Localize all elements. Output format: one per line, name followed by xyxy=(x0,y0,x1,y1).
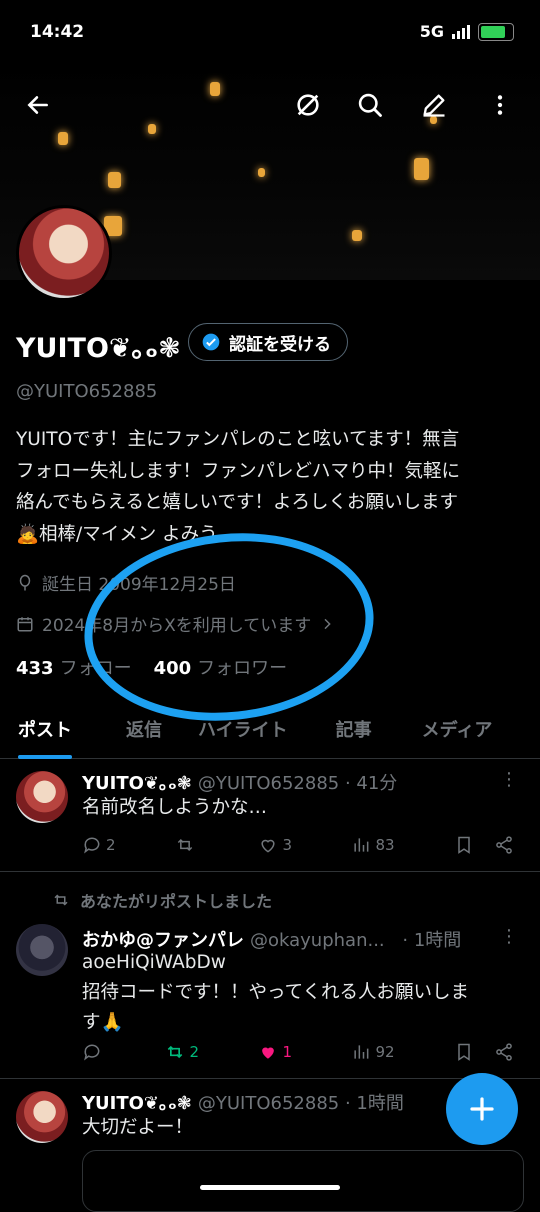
reply-button[interactable]: 2 xyxy=(82,835,116,855)
post-header: YUITO❦｡ₒ❃ @YUITO652885 · 41分 xyxy=(82,769,397,795)
post-item[interactable]: YUITO❦｡ₒ❃ @YUITO652885 · 41分 ⋮ 名前改名しようかな…… xyxy=(0,759,540,872)
more-button[interactable] xyxy=(480,85,520,125)
post-extra-actions xyxy=(454,1042,514,1062)
home-indicator[interactable] xyxy=(200,1185,340,1190)
repost-indicator: あなたがリポストしました xyxy=(52,888,272,912)
post-text-line: 招待コードです！！やってくれる人お願いしま xyxy=(82,982,470,1003)
edit-button[interactable] xyxy=(414,85,454,125)
repost-note-text: あなたがリポストしました xyxy=(80,892,273,911)
search-icon xyxy=(358,93,382,117)
plus-icon xyxy=(470,1097,494,1121)
repost-button[interactable]: 2 xyxy=(165,1042,199,1062)
share-icon[interactable] xyxy=(494,835,514,855)
compose-button[interactable] xyxy=(446,1073,518,1145)
status-time: 14:42 xyxy=(30,22,85,42)
repost-icon xyxy=(177,838,193,852)
repost-icon xyxy=(168,1045,183,1059)
profile-name: YUITO❦｡ₒ❃ xyxy=(16,333,181,364)
views-count: 92 xyxy=(375,1043,395,1061)
post-extra-actions xyxy=(454,835,514,855)
calendar-icon xyxy=(17,616,33,631)
post-text: aoeHiQiWAbDw 招待コードです！！やってくれる人お願いしま す🙏 xyxy=(82,948,522,1038)
get-verified-label: 認証を受ける xyxy=(229,334,331,355)
bio-line: 絡んでもらえると嬉しいです！よろしくお願いします xyxy=(16,492,458,513)
status-icons: 5G xyxy=(420,22,514,41)
grok-icon xyxy=(297,94,319,116)
verified-badge-icon xyxy=(202,333,220,351)
post-handle-time: @YUITO652885 · 1時間 xyxy=(197,1093,404,1114)
battery-icon xyxy=(478,22,514,41)
reply-count: 2 xyxy=(106,836,116,854)
grok-button[interactable] xyxy=(288,85,328,125)
heart-filled-icon xyxy=(262,1047,275,1059)
get-verified-button[interactable]: 認証を受ける xyxy=(188,323,348,361)
post-more-icon[interactable]: ⋮ xyxy=(500,769,518,790)
profile-handle: @YUITO652885 xyxy=(16,381,158,402)
heart-icon xyxy=(261,839,276,853)
profile-tabs: ポスト 返信 ハイライト 記事 メディア xyxy=(0,700,540,759)
reply-icon xyxy=(84,837,100,854)
following-count: 433 xyxy=(16,658,54,679)
post-actions: 2 1 92 xyxy=(82,1042,514,1062)
post-author: YUITO❦｡ₒ❃ xyxy=(82,1093,192,1114)
reply-button[interactable] xyxy=(82,1042,106,1062)
arrow-left-icon xyxy=(27,96,48,114)
pencil-icon xyxy=(423,94,445,117)
tab-highlights[interactable]: ハイライト xyxy=(198,700,288,758)
post-actions: 2 3 83 xyxy=(82,835,514,855)
reply-icon xyxy=(84,1044,100,1061)
views-button[interactable]: 83 xyxy=(351,835,395,855)
more-vertical-icon xyxy=(497,95,503,115)
post-text-line: す🙏 xyxy=(82,1012,124,1033)
profile-bio: YUITOです！主にファンパレのこと呟いてます！無言 フォロー失礼します！ファン… xyxy=(16,424,526,550)
quoted-post-card[interactable] xyxy=(82,1150,524,1212)
search-button[interactable] xyxy=(350,85,390,125)
like-button[interactable]: 3 xyxy=(258,835,292,855)
balloon-icon xyxy=(19,574,31,590)
repost-button[interactable] xyxy=(175,835,199,855)
tab-posts[interactable]: ポスト xyxy=(18,700,72,759)
tab-media[interactable]: メディア xyxy=(422,700,493,758)
bookmark-icon[interactable] xyxy=(454,835,474,855)
signal-icon xyxy=(452,24,470,39)
post-author: YUITO❦｡ₒ❃ xyxy=(82,773,192,794)
post-header: YUITO❦｡ₒ❃ @YUITO652885 · 1時間 xyxy=(82,1089,404,1115)
repost-count: 2 xyxy=(189,1043,199,1061)
bio-line: フォロー失礼します！ファンパレどハマり中！気軽に xyxy=(16,460,461,482)
post-avatar[interactable] xyxy=(16,771,68,823)
post-avatar[interactable] xyxy=(16,1091,68,1143)
post-avatar[interactable] xyxy=(16,924,68,976)
views-button[interactable]: 92 xyxy=(351,1042,395,1062)
bio-line: YUITOです！主にファンパレのこと呟いてます！無言 xyxy=(16,429,460,450)
post-text-line: aoeHiQiWAbDw xyxy=(82,952,226,973)
back-button[interactable] xyxy=(18,85,58,125)
like-count: 1 xyxy=(282,1043,292,1061)
tab-replies[interactable]: 返信 xyxy=(126,700,162,758)
network-label: 5G xyxy=(419,22,444,41)
post-more-icon[interactable]: ⋮ xyxy=(500,926,518,947)
post-text: 名前改名しようかな… xyxy=(82,797,268,818)
share-icon[interactable] xyxy=(494,1042,514,1062)
tab-articles[interactable]: 記事 xyxy=(336,700,372,758)
like-count: 3 xyxy=(282,836,292,854)
bookmark-icon[interactable] xyxy=(454,1042,474,1062)
views-count: 83 xyxy=(375,836,395,854)
post-handle-time: @YUITO652885 · 41分 xyxy=(197,773,398,794)
like-button[interactable]: 1 xyxy=(258,1042,292,1062)
profile-avatar[interactable] xyxy=(16,205,112,301)
repost-icon xyxy=(54,894,68,906)
views-chart-icon xyxy=(354,1045,369,1059)
views-chart-icon xyxy=(354,838,369,852)
